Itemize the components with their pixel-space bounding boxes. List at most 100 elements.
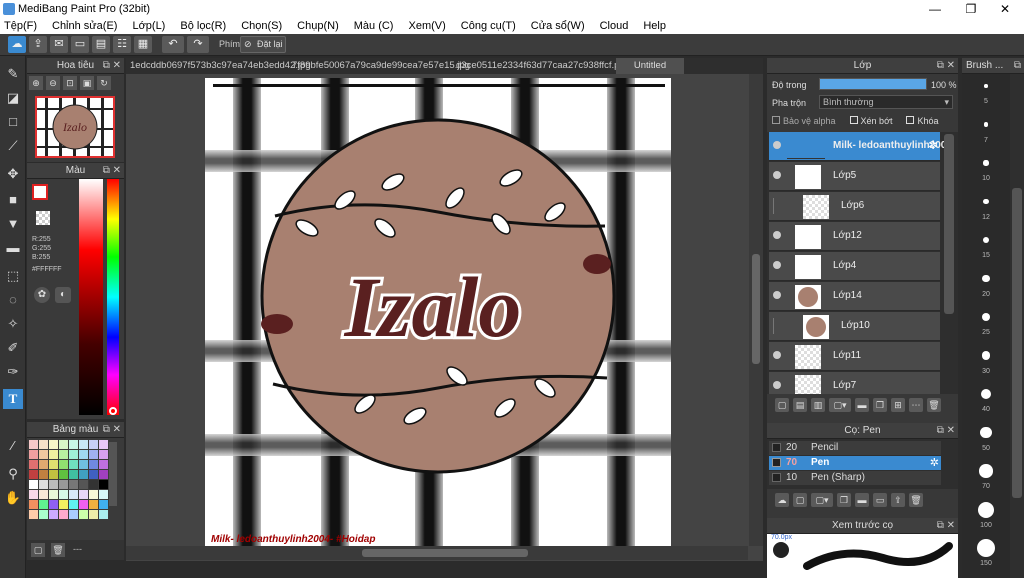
brush-size-dot[interactable] bbox=[982, 313, 990, 321]
close-button[interactable]: ✕ bbox=[988, 1, 1022, 17]
brush-size-dot[interactable] bbox=[983, 198, 989, 205]
layer-list-scrollbar[interactable] bbox=[944, 134, 954, 314]
palette-swatch[interactable] bbox=[79, 490, 88, 499]
menu-layer[interactable]: Lớp(L) bbox=[132, 20, 165, 32]
new-brush-icon[interactable]: ▢ bbox=[793, 493, 807, 507]
zoom-out-icon[interactable]: ⊖ bbox=[46, 76, 60, 90]
tab-image-2[interactable]: 7f89bfe50067a79ca9de99cea7e57e15.jpg bbox=[288, 58, 470, 74]
brush-folder-icon[interactable]: ▬ bbox=[855, 493, 869, 507]
new-folder-icon[interactable]: ▬ bbox=[855, 398, 869, 412]
palette-swatch[interactable] bbox=[29, 460, 38, 469]
color-panel-close-icon[interactable]: ⧉ ✕ bbox=[103, 163, 121, 179]
lock-option[interactable]: Khóa bbox=[906, 116, 939, 126]
palette-swatch[interactable] bbox=[29, 480, 38, 489]
layer-row[interactable]: Lớp5 bbox=[769, 162, 940, 191]
visibility-eye-icon[interactable] bbox=[773, 141, 781, 149]
brush-size-dot[interactable] bbox=[984, 84, 988, 88]
palette-swatch[interactable] bbox=[89, 500, 98, 509]
palette-swatch[interactable] bbox=[49, 460, 58, 469]
palette-swatch[interactable] bbox=[79, 450, 88, 459]
reset-button[interactable]: ⊘ Đặt lại bbox=[240, 36, 286, 53]
divide-tool-icon[interactable]: ⁄ bbox=[3, 436, 23, 456]
palette-swatch[interactable] bbox=[79, 510, 88, 519]
horizontal-scroll-thumb[interactable] bbox=[362, 549, 528, 557]
lock-checkbox[interactable] bbox=[906, 116, 915, 124]
brush-size-dot[interactable] bbox=[980, 426, 992, 439]
delete-layer-icon[interactable]: 🗑 bbox=[927, 398, 941, 412]
add-layer-menu-icon[interactable]: ▢▾ bbox=[829, 398, 851, 412]
move-tool-icon[interactable]: ✥ bbox=[3, 164, 23, 184]
add-brush-menu-icon[interactable]: ▢▾ bbox=[811, 493, 833, 507]
palette-swatch[interactable] bbox=[99, 450, 108, 459]
palette-swatch[interactable] bbox=[89, 440, 98, 449]
palette-swatch[interactable] bbox=[29, 450, 38, 459]
palette-swatch[interactable] bbox=[99, 460, 108, 469]
brush-size-dot[interactable] bbox=[982, 236, 990, 244]
redo-icon[interactable]: ↷ bbox=[187, 36, 209, 53]
layers-panel-close-icon[interactable]: ⧉ ✕ bbox=[937, 58, 955, 74]
visibility-eye-icon[interactable] bbox=[773, 291, 781, 299]
palette-swatch[interactable] bbox=[59, 440, 68, 449]
brush-row[interactable]: 20 Pencil bbox=[769, 441, 941, 455]
brush-size-scrollbar[interactable] bbox=[1012, 188, 1022, 498]
palette-swatch[interactable] bbox=[39, 510, 48, 519]
brush-export-icon[interactable]: ⇪ bbox=[891, 493, 905, 507]
brush-row[interactable]: 10 Pen (Sharp) bbox=[769, 471, 941, 485]
color-mixer-icon[interactable]: ◐ bbox=[55, 287, 71, 303]
palette-swatch[interactable] bbox=[69, 480, 78, 489]
palette-swatch[interactable] bbox=[49, 440, 58, 449]
layer-row[interactable]: Milk- ledoanthuylinh2004 ✲ bbox=[769, 132, 952, 161]
canvas-horizontal-scrollbar[interactable] bbox=[126, 546, 748, 560]
brush-size-dot[interactable] bbox=[978, 501, 994, 518]
list-icon[interactable]: ☷ bbox=[113, 36, 131, 53]
blend-mode-select[interactable]: Bình thường ▾ bbox=[819, 95, 953, 109]
menu-tools[interactable]: Công cụ(T) bbox=[461, 20, 516, 32]
gradient-tool-icon[interactable]: ▬ bbox=[3, 238, 23, 258]
layer-row[interactable]: Lớp10 bbox=[769, 312, 940, 341]
menu-snap[interactable]: Chụp(N) bbox=[297, 20, 339, 32]
merge-down-icon[interactable]: ⊞ bbox=[891, 398, 905, 412]
palette-swatch[interactable] bbox=[29, 510, 38, 519]
panel-close-icon[interactable]: ⧉ ✕ bbox=[103, 58, 121, 74]
protect-alpha-option[interactable]: Bảo vệ alpha bbox=[772, 116, 836, 126]
canvas-vertical-scrollbar[interactable] bbox=[749, 74, 763, 546]
palette-scrollbar[interactable] bbox=[109, 442, 117, 506]
new-8bit-layer-icon[interactable]: ▥ bbox=[811, 398, 825, 412]
palette-swatch[interactable] bbox=[79, 480, 88, 489]
brush-list-close-icon[interactable]: ⧉ ✕ bbox=[937, 423, 955, 439]
palette-swatch[interactable] bbox=[49, 510, 58, 519]
palette-swatch[interactable] bbox=[69, 490, 78, 499]
palette-swatch[interactable] bbox=[79, 440, 88, 449]
copy-brush-icon[interactable]: ❐ bbox=[837, 493, 851, 507]
palette-swatch[interactable] bbox=[39, 490, 48, 499]
text-tool-icon[interactable]: T bbox=[3, 389, 23, 409]
hand-tool-icon[interactable]: ✋ bbox=[3, 488, 23, 508]
palette-swatch[interactable] bbox=[69, 460, 78, 469]
primary-color-swatch[interactable] bbox=[32, 184, 48, 200]
actual-size-icon[interactable]: ▣ bbox=[80, 76, 94, 90]
fill-rect-tool-icon[interactable]: ■ bbox=[3, 190, 23, 210]
layer-row[interactable]: Lớp11 bbox=[769, 342, 940, 371]
visibility-eye-icon[interactable] bbox=[773, 231, 781, 239]
palette-swatch[interactable] bbox=[29, 470, 38, 479]
canvas-area[interactable]: Izalo Milk- ledoanthuylinh2004- #Hoidap bbox=[126, 74, 763, 561]
palette-panel-close-icon[interactable]: ⧉ ✕ bbox=[103, 422, 121, 438]
protect-alpha-checkbox[interactable] bbox=[772, 116, 780, 124]
new-swatch-icon[interactable]: ▢ bbox=[31, 543, 45, 557]
cloud-icon[interactable]: ☁ bbox=[8, 36, 26, 53]
palette-icon[interactable]: ✿ bbox=[34, 287, 50, 303]
menu-cloud[interactable]: Cloud bbox=[600, 20, 629, 32]
hue-slider[interactable] bbox=[107, 179, 119, 415]
layer-more-icon[interactable]: ⋯ bbox=[909, 398, 923, 412]
palette-swatch[interactable] bbox=[49, 500, 58, 509]
vertical-scroll-thumb[interactable] bbox=[752, 254, 760, 364]
bucket-tool-icon[interactable]: ▼ bbox=[3, 214, 23, 234]
duplicate-layer-icon[interactable]: ❐ bbox=[873, 398, 887, 412]
palette-swatch[interactable] bbox=[29, 500, 38, 509]
palette-swatch[interactable] bbox=[49, 490, 58, 499]
palette-swatch[interactable] bbox=[69, 510, 78, 519]
palette-swatch[interactable] bbox=[39, 500, 48, 509]
new-halftone-layer-icon[interactable]: ▤ bbox=[793, 398, 807, 412]
layer-row[interactable]: Lớp14 bbox=[769, 282, 940, 311]
secondary-color-swatch[interactable] bbox=[36, 211, 50, 225]
